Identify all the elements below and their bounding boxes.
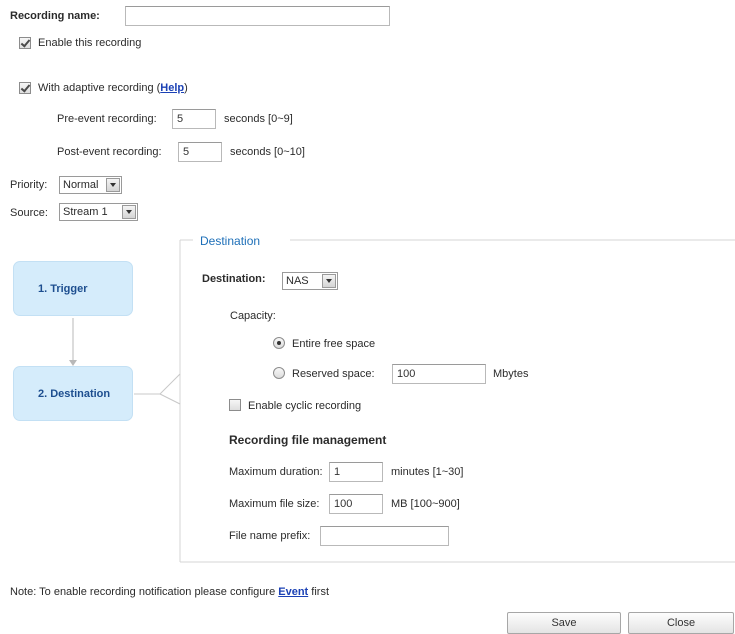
cyclic-recording-label: Enable cyclic recording	[248, 400, 362, 412]
cyclic-recording-checkbox[interactable]	[229, 399, 241, 411]
file-prefix-input[interactable]	[320, 526, 449, 546]
destination-value: NAS	[286, 275, 309, 287]
reserved-space-input[interactable]: 100	[392, 364, 486, 384]
save-button[interactable]: Save	[507, 612, 621, 634]
reserved-space-unit: Mbytes	[493, 368, 529, 380]
capacity-label: Capacity:	[230, 310, 276, 322]
max-file-size-label: Maximum file size:	[229, 498, 320, 510]
file-prefix-label: File name prefix:	[229, 530, 311, 542]
max-file-size-input[interactable]: 100	[329, 494, 383, 514]
note-label: Note: To enable recording notification p…	[10, 586, 279, 598]
entire-free-space-label: Entire free space	[292, 338, 376, 350]
chevron-down-icon	[322, 274, 336, 288]
max-file-size-unit: MB [100~900]	[391, 498, 460, 510]
entire-free-space-radio[interactable]	[273, 337, 285, 349]
step-destination[interactable]: 2. Destination	[13, 366, 133, 421]
close-button[interactable]: Close	[628, 612, 734, 634]
step-trigger[interactable]: 1. Trigger	[13, 261, 133, 316]
event-link[interactable]: Event	[278, 586, 308, 598]
file-management-title: Recording file management	[229, 433, 387, 447]
max-duration-label: Maximum duration:	[229, 466, 323, 478]
max-duration-unit: minutes [1~30]	[391, 466, 464, 478]
note-text: Note: To enable recording notification p…	[10, 585, 329, 599]
step-destination-label: 2. Destination	[38, 387, 111, 400]
reserved-space-radio[interactable]	[273, 367, 285, 379]
destination-label: Destination:	[202, 273, 266, 285]
destination-section-title: Destination	[200, 234, 261, 248]
max-duration-input[interactable]: 1	[329, 462, 383, 482]
destination-select[interactable]: NAS	[282, 272, 338, 290]
step-trigger-label: 1. Trigger	[38, 282, 88, 295]
reserved-space-label: Reserved space:	[292, 368, 375, 380]
note-suffix: first	[308, 586, 329, 598]
